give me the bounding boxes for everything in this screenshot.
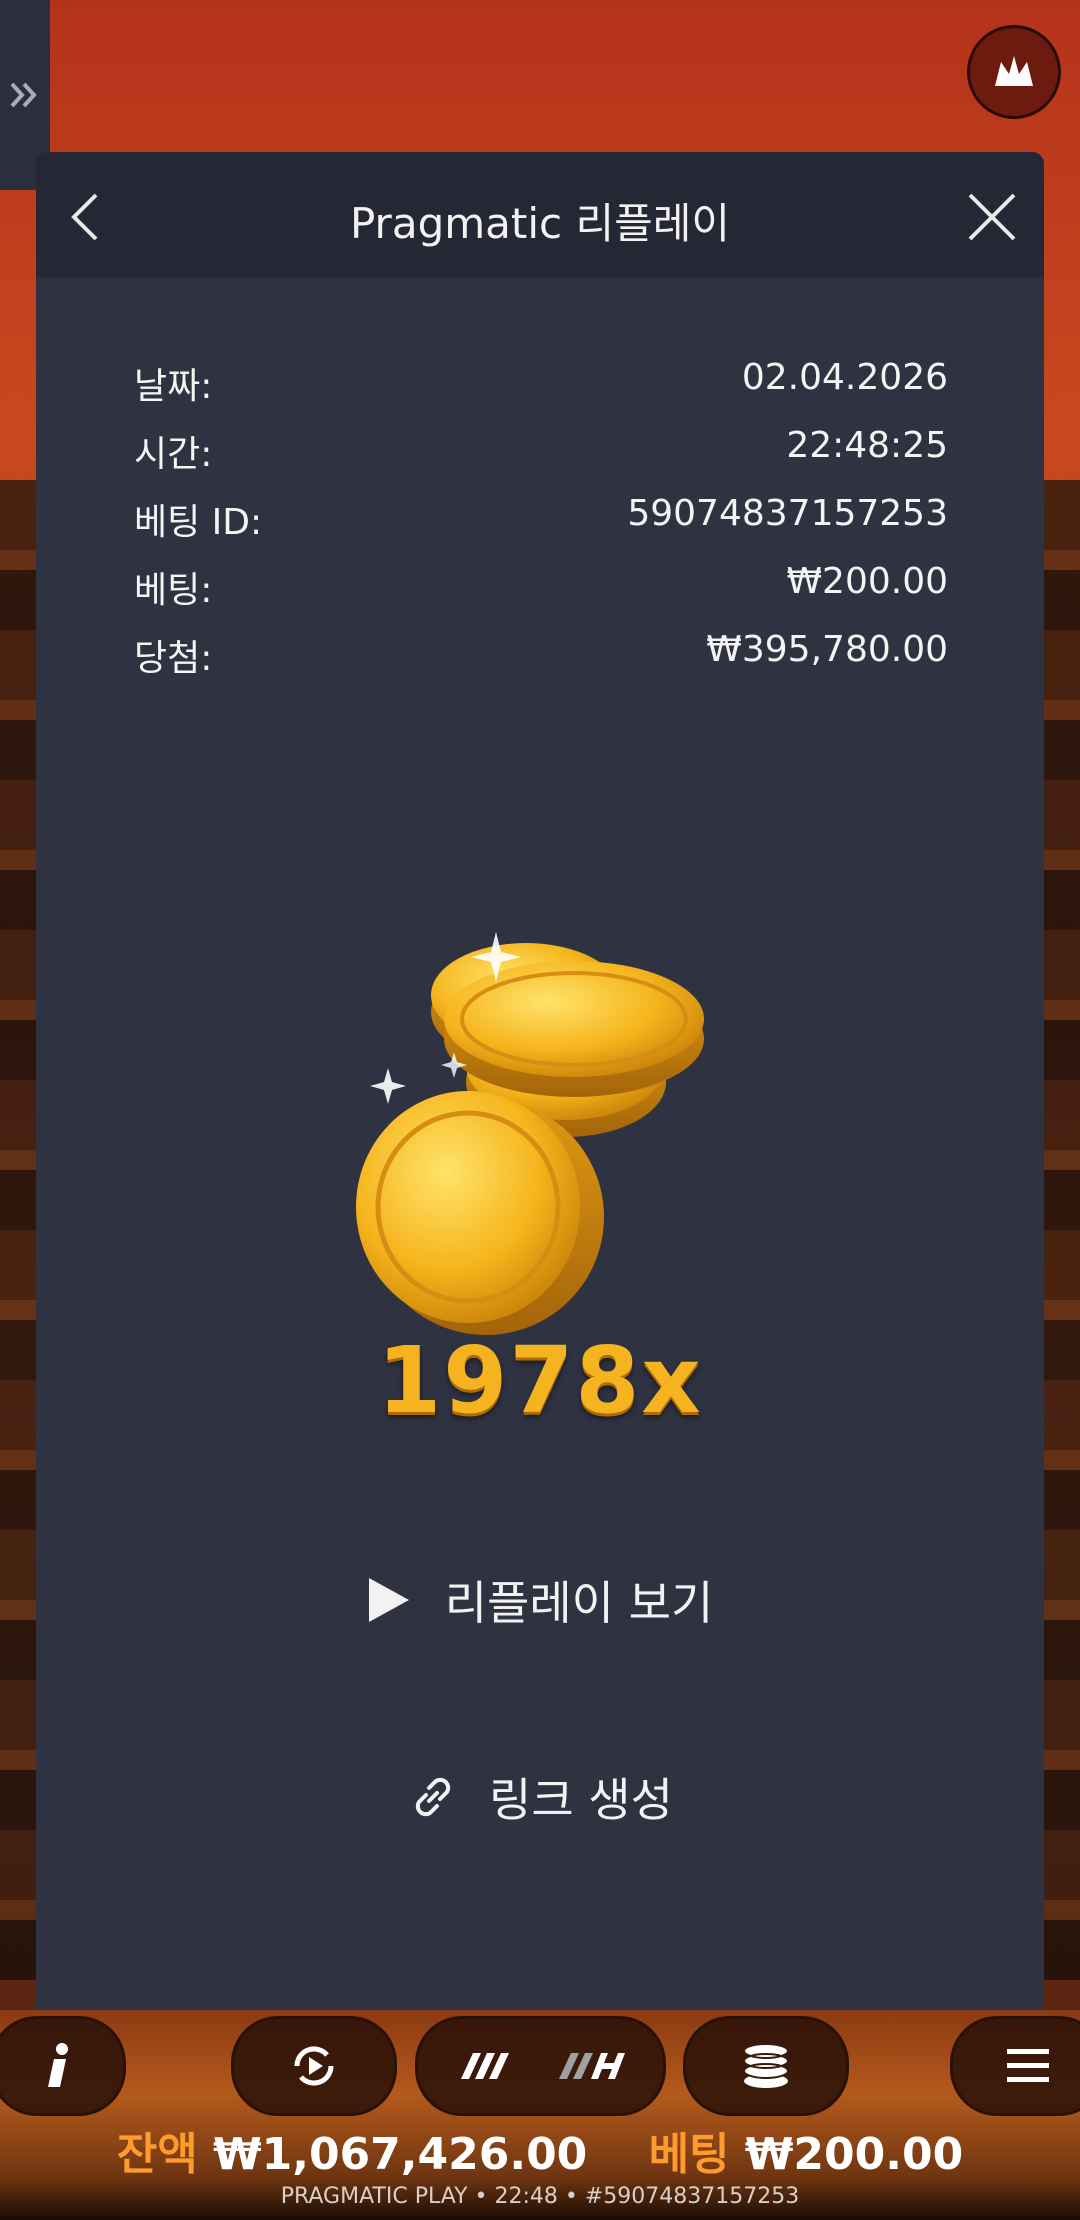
modal-title: Pragmatic 리플레이: [349, 199, 731, 248]
crown-icon: [995, 56, 1033, 86]
play-icon: [368, 1578, 409, 1622]
turbo-button[interactable]: [415, 2016, 666, 2116]
bet-label: 베팅:: [134, 570, 213, 611]
close-icon: [968, 193, 1016, 241]
balance-bet-display: 잔액 ₩1,067,426.00 베팅 ₩200.00: [0, 2118, 1080, 2182]
menu-button[interactable]: [950, 2016, 1080, 2116]
link-icon: [415, 1777, 451, 1817]
detail-row-bet-id: 베팅 ID: 59074837157253: [134, 493, 948, 561]
game-bet-value: ₩200.00: [744, 2129, 964, 2180]
bet-id-label: 베팅 ID:: [134, 502, 263, 543]
bet-details: 날짜: 02.04.2026 시간: 22:48:25 베팅 ID: 59074…: [134, 357, 948, 697]
info-icon: [48, 2043, 68, 2087]
time-value: 22:48:25: [786, 425, 948, 466]
replay-modal: Pragmatic 리플레이 날짜: 02.04.2026 시간: 22:48:…: [36, 152, 1044, 2012]
bet-settings-button[interactable]: [683, 2016, 849, 2116]
game-footer-info: PRAGMATIC PLAY • 22:48 • #59074837157253: [280, 2184, 800, 2209]
win-value: ₩395,780.00: [706, 629, 948, 670]
balance-label: 잔액: [116, 2129, 198, 2180]
date-label: 날짜:: [134, 366, 213, 407]
info-button[interactable]: [0, 2016, 126, 2116]
bet-id-value: 59074837157253: [627, 493, 948, 534]
time-label: 시간:: [134, 434, 213, 475]
autoplay-icon: [294, 2046, 334, 2086]
detail-row-win: 당첨: ₩395,780.00: [134, 629, 948, 697]
detail-row-date: 날짜: 02.04.2026: [134, 357, 948, 425]
modal-header: Pragmatic 리플레이: [36, 152, 1044, 277]
create-link-label: 링크 생성: [489, 1773, 673, 1827]
watch-replay-label: 리플레이 보기: [444, 1576, 714, 1630]
turbo-icon: [460, 2053, 625, 2079]
detail-row-time: 시간: 22:48:25: [134, 425, 948, 493]
close-button[interactable]: [962, 187, 1022, 247]
watch-replay-button[interactable]: 리플레이 보기: [36, 1567, 1044, 1633]
detail-row-bet: 베팅: ₩200.00: [134, 561, 948, 629]
create-link-button[interactable]: 링크 생성: [36, 1764, 1044, 1830]
win-label: 당첨:: [134, 638, 213, 679]
gold-coins-icon: [356, 932, 704, 1335]
autoplay-button[interactable]: [231, 2016, 397, 2116]
balance-value: ₩1,067,426.00: [213, 2129, 588, 2180]
game-bet-label: 베팅: [648, 2129, 730, 2180]
win-multiplier: 1978x: [377, 1327, 703, 1434]
date-value: 02.04.2026: [741, 357, 948, 398]
coins-icon: [743, 2043, 789, 2088]
menu-icon: [1007, 2049, 1049, 2082]
bet-value: ₩200.00: [786, 561, 948, 602]
crown-button[interactable]: [967, 25, 1061, 119]
double-chevron-right-icon: [10, 82, 37, 108]
